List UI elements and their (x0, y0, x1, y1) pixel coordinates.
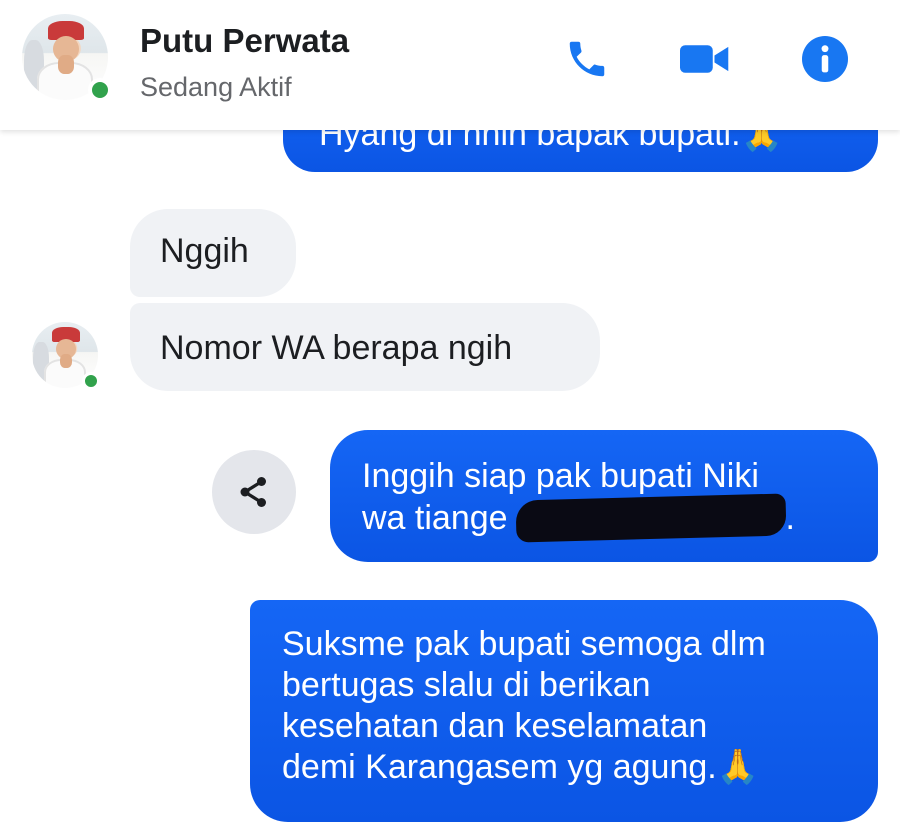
share-icon (240, 477, 266, 507)
message-text-line: demi Karangasem yg agung.🙏 (282, 748, 760, 786)
message-text: Nomor WA berapa ngih (160, 329, 513, 367)
share-button[interactable] (212, 450, 296, 534)
message-text-line: kesehatan dan keselamatan (282, 707, 708, 745)
message-text: Nggih (160, 232, 249, 270)
chat-header: Putu Perwata Sedang Aktif (0, 0, 900, 130)
message-text-line: . (785, 499, 795, 537)
video-camera-icon[interactable] (680, 34, 730, 84)
message-text-line: Suksme pak bupati semoga dlm (282, 625, 766, 663)
message-bubble-incoming[interactable]: Nomor WA berapa ngih (130, 303, 600, 391)
online-indicator (88, 78, 112, 102)
contact-avatar[interactable] (22, 14, 112, 102)
message-text-line: bertugas slalu di berikan (282, 666, 651, 704)
sender-avatar[interactable] (32, 322, 100, 390)
message-bubble-outgoing[interactable]: Inggih siap pak bupati Niki wa tiange. (330, 430, 878, 562)
online-indicator (82, 372, 100, 390)
message-bubble-outgoing[interactable]: Suksme pak bupati semoga dlm bertugas sl… (250, 600, 878, 822)
contact-name[interactable]: Putu Perwata (140, 22, 349, 60)
redaction-mark (515, 493, 787, 543)
phone-icon[interactable] (562, 34, 612, 84)
message-text-line: Inggih siap pak bupati Niki (362, 457, 759, 495)
active-status: Sedang Aktif (140, 72, 292, 102)
message-bubble-incoming[interactable]: Nggih (130, 209, 296, 297)
messenger-chat-screen: Putu Perwata Sedang Aktif Hyang di nhih … (0, 0, 900, 828)
info-icon[interactable] (800, 34, 850, 84)
message-text-line: wa tiange (362, 499, 508, 537)
